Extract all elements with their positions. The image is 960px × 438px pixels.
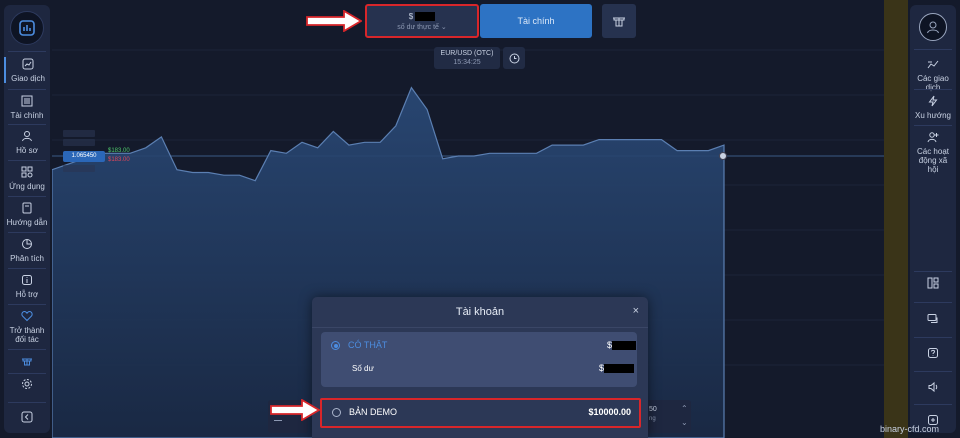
account-option-real[interactable]: CÓ THẬT $ Số dư $: [321, 332, 637, 387]
sidebar-item-trade[interactable]: Giao dịch: [4, 57, 50, 83]
apps-icon: [20, 165, 34, 179]
info-icon: [20, 273, 34, 287]
account-label-real: CÓ THẬT: [348, 340, 388, 350]
sidebar-item-social[interactable]: Các hoạt động xã hội: [910, 130, 956, 174]
gift-button[interactable]: [602, 4, 636, 38]
question-icon: [926, 346, 940, 360]
app-logo[interactable]: [10, 11, 44, 45]
sound-button[interactable]: [910, 380, 956, 397]
sidebar-item-partner[interactable]: Trở thành đối tác: [4, 309, 50, 344]
bolt-icon: [926, 94, 940, 108]
user-icon: [20, 129, 34, 143]
right-sidebar: Các giao dịch Xu hướng Các hoạt động xã …: [910, 5, 956, 433]
balance-row-label: Số dư: [352, 364, 374, 373]
annotation-arrow-top: [306, 10, 362, 32]
down-payout: $183.00: [108, 157, 130, 163]
book-icon: [20, 201, 34, 215]
finance-button[interactable]: Tài chính: [480, 4, 592, 38]
expiry-time-button[interactable]: [503, 47, 525, 69]
help-button[interactable]: [910, 346, 956, 363]
sidebar-item-finance[interactable]: Tài chính: [4, 94, 50, 120]
settings-button[interactable]: [4, 377, 50, 394]
balance-selector[interactable]: $ số dư thực tế ⌄: [365, 4, 479, 38]
chart-highlight-zone: [884, 0, 908, 438]
left-sidebar: Giao dịch Tài chính Hồ sơ Ứng dụng Hướng…: [4, 5, 50, 433]
radio-demo[interactable]: [332, 408, 341, 417]
chevron-left-icon: [20, 410, 34, 424]
up-payout: $183.00: [108, 148, 130, 154]
account-modal: Tài khoản × CÓ THẬT $ Số dư $ BẢN DEMO $…: [312, 297, 648, 438]
account-amount-demo: $10000.00: [588, 407, 631, 417]
clock-icon: [509, 53, 519, 63]
balance-currency: $: [408, 12, 414, 21]
sidebar-item-trades[interactable]: Các giao dịch: [910, 57, 956, 92]
annotation-arrow-demo: [270, 399, 320, 421]
time-value: 50: [649, 406, 657, 413]
chevron-down-icon: ⌄: [440, 24, 447, 31]
heart-icon: [20, 309, 34, 323]
sidebar-item-profile[interactable]: Hồ sơ: [4, 129, 50, 155]
sidebar-item-trends[interactable]: Xu hướng: [910, 94, 956, 120]
account-option-demo[interactable]: BẢN DEMO $10000.00: [320, 398, 641, 428]
current-price-dot: [719, 152, 727, 160]
account-label-demo: BẢN DEMO: [349, 407, 398, 417]
ghost-price-tag: [63, 130, 95, 137]
sidebar-item-guide[interactable]: Hướng dẫn: [4, 201, 50, 227]
chevron-down-icon[interactable]: ⌄: [681, 418, 688, 427]
trades-icon: [926, 57, 940, 71]
layout-button[interactable]: [910, 276, 956, 293]
watermark: binary-cfd.com: [880, 424, 940, 434]
bank-icon: [20, 94, 34, 108]
gift-icon: [20, 354, 34, 368]
modal-title: Tài khoản: [455, 306, 505, 318]
chat-button[interactable]: [910, 312, 956, 329]
gift-shortcut[interactable]: [4, 354, 50, 371]
gear-icon: [20, 377, 34, 391]
logo-icon: [19, 20, 35, 36]
ghost-price-tag: [63, 139, 95, 146]
balance-row-value: $: [599, 363, 635, 373]
social-icon: [926, 130, 940, 144]
sidebar-item-analysis[interactable]: Phân tích: [4, 237, 50, 263]
time-unit: ng: [649, 416, 656, 422]
account-amount-real: $: [607, 340, 637, 350]
chevron-up-icon[interactable]: ⌃: [681, 404, 688, 413]
close-icon[interactable]: ×: [633, 305, 639, 317]
time-control[interactable]: 50 ng ⌃ ⌄: [645, 400, 691, 433]
balance-label: số dư thực tế: [397, 24, 439, 31]
asset-pair: EUR/USD (OTC): [440, 50, 494, 57]
pie-chart-icon: [20, 237, 34, 251]
sidebar-item-apps[interactable]: Ứng dụng: [4, 165, 50, 191]
radio-real[interactable]: [331, 341, 340, 350]
chart-icon: [21, 57, 35, 71]
collapse-sidebar-button[interactable]: [4, 410, 50, 427]
chat-icon: [926, 312, 940, 326]
gift-icon: [613, 17, 625, 27]
ghost-price-tag: [63, 165, 95, 172]
current-price-tag: 1.065450: [63, 151, 105, 162]
sidebar-item-support[interactable]: Hỗ trợ: [4, 273, 50, 299]
user-avatar-icon: [927, 21, 939, 34]
speaker-icon: [926, 380, 940, 394]
server-time: 15:34:25: [453, 59, 481, 66]
layout-icon: [926, 276, 940, 290]
balance-redacted: [415, 12, 436, 21]
asset-info[interactable]: EUR/USD (OTC) 15:34:25: [434, 47, 500, 69]
avatar[interactable]: [919, 13, 947, 41]
